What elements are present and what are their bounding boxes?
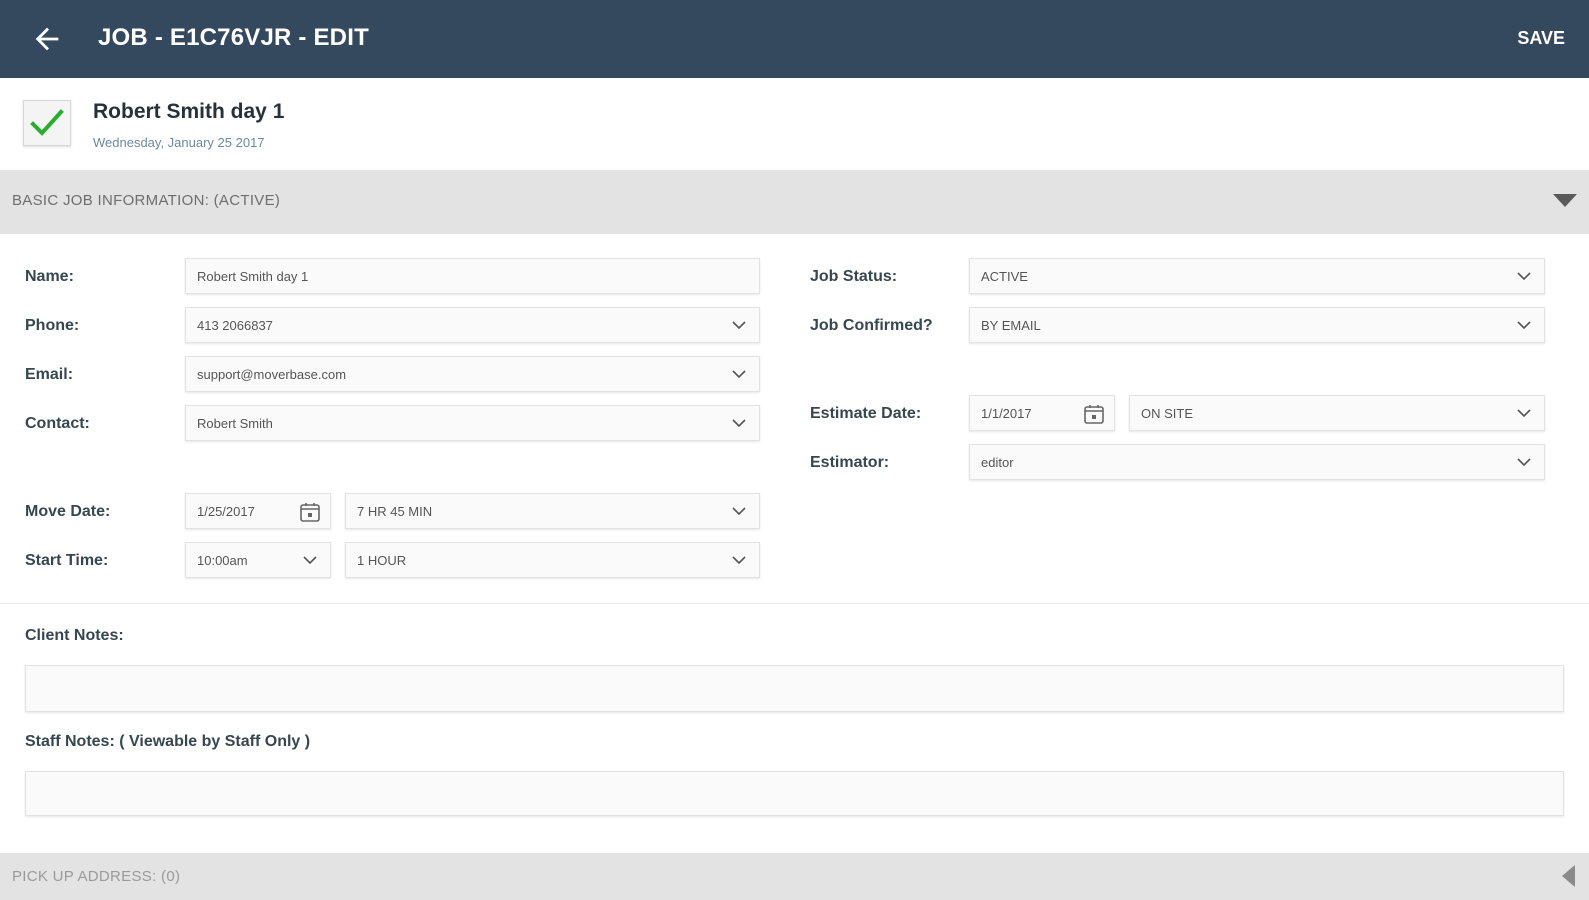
job-status-label: Job Status: xyxy=(810,268,898,285)
contact-select[interactable]: Robert Smith xyxy=(185,405,760,441)
chevron-down-icon xyxy=(732,419,746,428)
estimate-type-select[interactable]: ON SITE xyxy=(1129,395,1545,431)
back-button[interactable] xyxy=(30,22,64,56)
estimator-value: editor xyxy=(981,455,1014,470)
move-date-label: Move Date: xyxy=(25,503,111,520)
section-title: PICK UP ADDRESS: (0) xyxy=(12,868,181,885)
estimate-type-value: ON SITE xyxy=(1141,406,1194,421)
save-button[interactable]: SAVE xyxy=(1517,28,1565,49)
email-select[interactable]: support@moverbase.com xyxy=(185,356,760,392)
chevron-down-icon xyxy=(303,556,317,565)
job-header: Robert Smith day 1 Wednesday, January 25… xyxy=(0,78,1589,170)
chevron-down-icon xyxy=(1517,321,1531,330)
contact-value: Robert Smith xyxy=(197,416,273,431)
chevron-down-icon xyxy=(1517,458,1531,467)
estimator-select[interactable]: editor xyxy=(969,444,1545,480)
move-duration-value: 7 HR 45 MIN xyxy=(357,504,433,519)
arrival-window-select[interactable]: 1 HOUR xyxy=(345,542,760,578)
phone-value: 413 2066837 xyxy=(197,318,273,333)
app-bar: JOB - E1C76VJR - EDIT SAVE xyxy=(0,0,1589,78)
chevron-down-icon xyxy=(1517,272,1531,281)
arrival-window-value: 1 HOUR xyxy=(357,553,407,568)
contact-label: Contact: xyxy=(25,415,90,432)
caret-left-icon[interactable] xyxy=(1562,865,1575,887)
staff-notes-textarea[interactable] xyxy=(25,771,1564,816)
section-divider xyxy=(0,603,1589,604)
page-title: JOB - E1C76VJR - EDIT xyxy=(98,24,369,51)
client-notes-textarea[interactable] xyxy=(25,665,1564,712)
chevron-down-icon xyxy=(732,507,746,516)
chevron-down-icon xyxy=(1517,409,1531,418)
chevron-down-icon xyxy=(732,321,746,330)
basic-info-section-header[interactable]: BASIC JOB INFORMATION: (ACTIVE) xyxy=(0,170,1589,234)
calendar-icon[interactable] xyxy=(1082,402,1106,426)
name-input[interactable]: Robert Smith day 1 xyxy=(185,258,760,294)
chevron-down-icon xyxy=(732,370,746,379)
calendar-icon[interactable] xyxy=(298,500,322,524)
move-date-value: 1/25/2017 xyxy=(197,504,255,519)
staff-notes-label: Staff Notes: ( Viewable by Staff Only ) xyxy=(25,733,311,750)
checkmark-icon xyxy=(30,109,64,136)
name-value: Robert Smith day 1 xyxy=(197,269,309,284)
job-date: Wednesday, January 25 2017 xyxy=(93,135,265,150)
job-name-heading: Robert Smith day 1 xyxy=(93,100,285,123)
start-time-label: Start Time: xyxy=(25,552,109,569)
pickup-address-section-header[interactable]: PICK UP ADDRESS: (0) xyxy=(0,853,1589,900)
phone-label: Phone: xyxy=(25,317,80,334)
move-date-input[interactable]: 1/25/2017 xyxy=(185,493,331,529)
estimate-date-value: 1/1/2017 xyxy=(981,406,1032,421)
move-duration-select[interactable]: 7 HR 45 MIN xyxy=(345,493,760,529)
job-confirmed-select[interactable]: BY EMAIL xyxy=(969,307,1545,343)
section-title: BASIC JOB INFORMATION: (ACTIVE) xyxy=(12,192,281,209)
phone-select[interactable]: 413 2066837 xyxy=(185,307,760,343)
job-complete-checkbox[interactable] xyxy=(23,100,71,146)
email-label: Email: xyxy=(25,366,74,383)
job-confirmed-value: BY EMAIL xyxy=(981,318,1041,333)
arrow-left-icon xyxy=(35,27,59,51)
start-time-value: 10:00am xyxy=(197,553,248,568)
job-confirmed-label: Job Confirmed? xyxy=(810,317,933,334)
estimate-date-input[interactable]: 1/1/2017 xyxy=(969,395,1115,431)
job-status-value: ACTIVE xyxy=(981,269,1028,284)
start-time-select[interactable]: 10:00am xyxy=(185,542,331,578)
estimator-label: Estimator: xyxy=(810,454,890,471)
job-status-select[interactable]: ACTIVE xyxy=(969,258,1545,294)
name-label: Name: xyxy=(25,268,74,285)
caret-down-icon[interactable] xyxy=(1553,194,1577,207)
email-value: support@moverbase.com xyxy=(197,367,347,382)
chevron-down-icon xyxy=(732,556,746,565)
client-notes-label: Client Notes: xyxy=(25,627,124,644)
estimate-date-label: Estimate Date: xyxy=(810,405,922,422)
